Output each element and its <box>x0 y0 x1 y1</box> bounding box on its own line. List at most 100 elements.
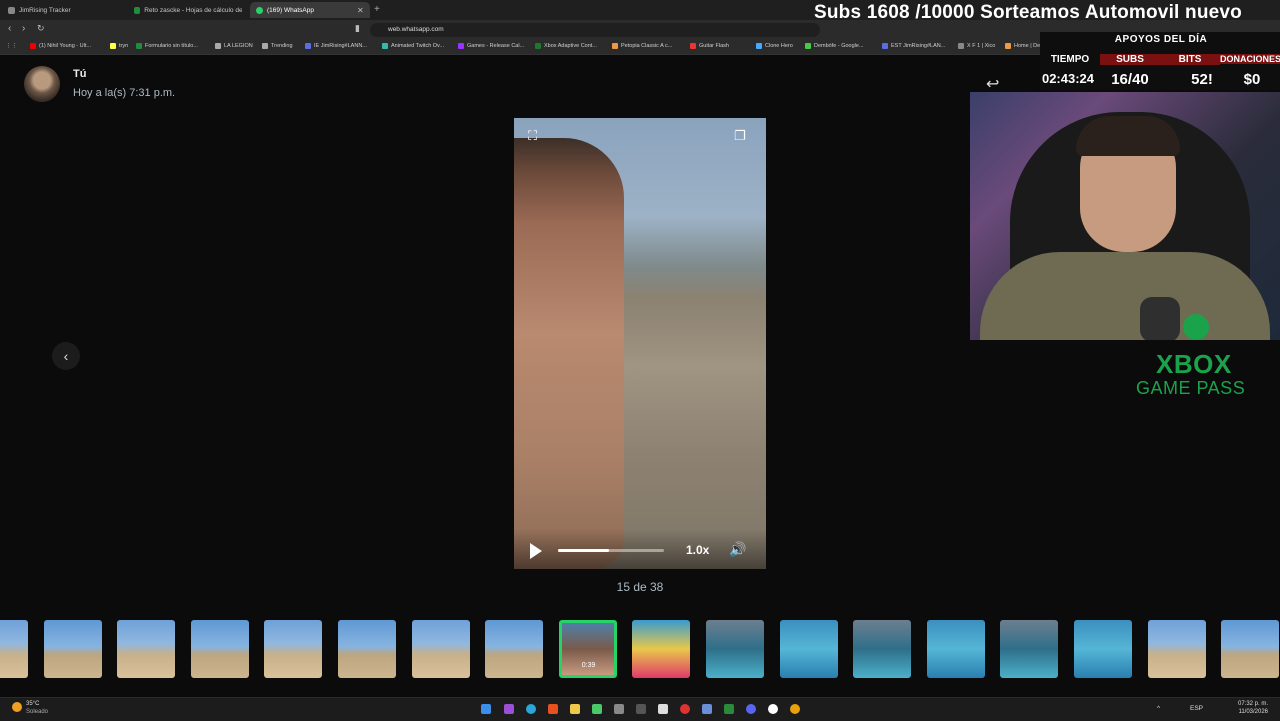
app-icon[interactable] <box>614 704 624 714</box>
back-icon[interactable]: ‹ <box>8 23 11 34</box>
stat-label: BITS <box>1160 54 1220 65</box>
app-icon[interactable] <box>658 704 668 714</box>
message-timestamp: Hoy a la(s) 7:31 p.m. <box>73 87 176 99</box>
bookmark-item[interactable]: X F 1 | Xico <box>958 43 995 49</box>
thumbnail[interactable] <box>190 620 249 678</box>
bookmark-item[interactable]: tryn <box>110 43 128 49</box>
weather-temp: 35°C <box>26 701 40 707</box>
thumbnail[interactable] <box>926 620 985 678</box>
xbox-logo-icon <box>1183 314 1209 340</box>
thumbnail[interactable] <box>264 620 323 678</box>
tray-chevron-icon[interactable]: ^ <box>1157 705 1160 712</box>
thumbnail[interactable] <box>1000 620 1059 678</box>
support-title: APOYOS DEL DÍA <box>1114 34 1208 45</box>
play-icon[interactable] <box>530 543 542 559</box>
xbox-app-icon[interactable] <box>724 704 734 714</box>
popout-icon[interactable]: ❐ <box>734 128 746 144</box>
sender-name: Tú <box>73 68 87 80</box>
playback-speed-button[interactable]: 1.0x <box>686 543 709 557</box>
webcam-microphone <box>1140 297 1180 340</box>
app-icon[interactable] <box>636 704 646 714</box>
bookmark-icon[interactable]: ▮ <box>355 23 360 34</box>
stat-label: TIEMPO <box>1050 54 1090 65</box>
video-duration: 0:39 <box>581 662 596 669</box>
thumbnail[interactable] <box>1147 620 1206 678</box>
stat-value: 16/40 <box>1111 71 1149 88</box>
weather-icon <box>12 702 22 712</box>
stat-value: $0 <box>1243 71 1261 88</box>
bookmark-item[interactable]: EST JimRising#LAN... <box>882 43 945 49</box>
thumbnail-selected[interactable]: 0:39 <box>558 620 617 678</box>
language-indicator[interactable]: ESP <box>1190 705 1203 712</box>
bookmark-item[interactable]: Formulario sin título... <box>136 43 198 49</box>
fullscreen-icon[interactable]: ⛶ <box>528 128 537 144</box>
avatar <box>24 66 60 102</box>
bookmark-item[interactable]: LA LEGION <box>215 43 253 49</box>
url-field[interactable]: web.whatsapp.com <box>370 23 820 37</box>
reply-icon[interactable]: ↩ <box>986 74 999 94</box>
system-clock[interactable]: 07:32 p. m. 11/03/2026 <box>1238 700 1268 716</box>
thumbnail[interactable] <box>43 620 102 678</box>
video-frame <box>514 138 624 569</box>
thumbnail[interactable] <box>1221 620 1280 678</box>
reload-icon[interactable]: ↻ <box>37 23 45 34</box>
bookmark-item[interactable]: Animated Twitch Ov... <box>382 43 444 49</box>
progress-fill <box>558 549 609 552</box>
thumbnail-strip: 0:39 <box>0 620 1280 680</box>
thumbnail[interactable] <box>485 620 544 678</box>
bookmark-item[interactable]: Clone Hero <box>756 43 793 49</box>
bookmark-item[interactable]: Petopia Classic A c... <box>612 43 672 49</box>
clock-date: 11/03/2026 <box>1238 709 1269 715</box>
thumbnail[interactable] <box>853 620 912 678</box>
settings-icon[interactable] <box>702 704 712 714</box>
bookmark-item[interactable]: Xbox Adaptive Cont... <box>535 43 597 49</box>
whatsapp-icon <box>256 6 263 14</box>
tab-whatsapp[interactable]: (169) WhatsApp <box>250 2 370 18</box>
weather-desc: Soleado <box>26 709 49 715</box>
bookmark-item[interactable]: IE JimRising#LANN... <box>305 43 367 49</box>
tab-favicon-icon <box>8 6 15 14</box>
close-tab-icon[interactable]: ✕ <box>357 6 364 15</box>
bookmark-item[interactable]: Trending <box>262 43 293 49</box>
volume-icon[interactable]: 🔊 <box>729 541 746 558</box>
thumbnail[interactable] <box>0 620 28 678</box>
app-icon[interactable] <box>592 704 602 714</box>
tab-tracker[interactable]: JimRising Tracker <box>2 2 126 18</box>
webcam-hair <box>1076 116 1180 156</box>
sheets-icon <box>134 6 141 14</box>
thumbnail[interactable] <box>779 620 838 678</box>
thumbnail[interactable] <box>411 620 470 678</box>
app-icon[interactable] <box>504 704 514 714</box>
stat-value: 02:43:24 <box>1041 71 1095 86</box>
gamepass-line1: XBOX <box>1156 349 1232 379</box>
edge-icon[interactable] <box>526 704 536 714</box>
subs-banner: Subs 1608 /10000 Sorteamos Automovil nue… <box>814 2 1242 23</box>
webcam-shirt <box>980 252 1270 340</box>
bookmark-item[interactable]: Dembófe - Google... <box>805 43 864 49</box>
apps-icon[interactable]: ⋮⋮ <box>6 43 17 49</box>
thumbnail[interactable] <box>632 620 691 678</box>
forward-icon[interactable]: › <box>22 23 25 34</box>
tab-sheets[interactable]: Reto zascke - Hojas de cálculo de Go <box>128 2 248 18</box>
progress-slider[interactable] <box>558 549 664 552</box>
bookmark-item[interactable]: Games - Release Cal... <box>458 43 524 49</box>
start-icon[interactable] <box>481 704 491 714</box>
video-player[interactable]: ⛶ ❐ 1.0x 🔊 <box>514 118 766 569</box>
new-tab-button[interactable]: + <box>374 4 380 15</box>
thumbnail[interactable] <box>706 620 764 678</box>
previous-media-button[interactable]: ‹ <box>52 342 80 370</box>
folder-icon[interactable] <box>570 704 580 714</box>
webcam-feed <box>970 92 1280 340</box>
bookmark-item[interactable]: (1) Nihil Young - Ult... <box>30 43 91 49</box>
brave-icon[interactable] <box>548 704 558 714</box>
clock-time: 07:32 p. m. <box>1238 701 1269 707</box>
bookmark-item[interactable]: Guitar Flash <box>690 43 729 49</box>
thumbnail[interactable] <box>338 620 396 678</box>
app-icon[interactable] <box>768 704 778 714</box>
thumbnail[interactable] <box>1074 620 1132 678</box>
thumbnail[interactable] <box>117 620 176 678</box>
app-icon[interactable] <box>680 704 690 714</box>
chrome-icon[interactable] <box>790 704 800 714</box>
discord-icon[interactable] <box>746 704 756 714</box>
media-counter: 15 de 38 <box>616 580 664 594</box>
